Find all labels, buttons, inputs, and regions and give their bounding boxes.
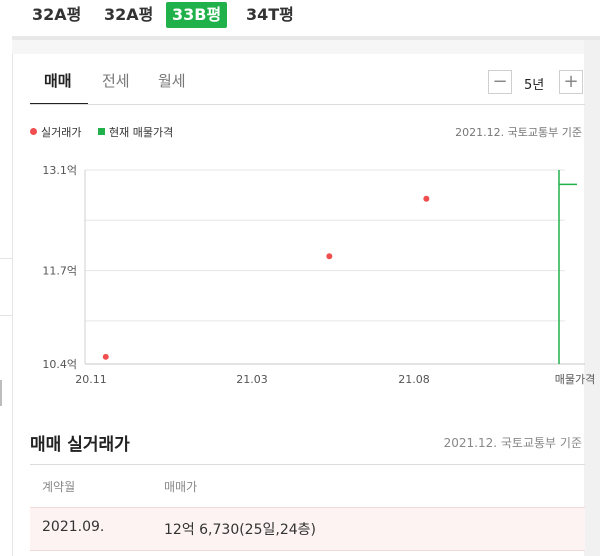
actual-price-point <box>102 353 109 360</box>
type-tab-32a-2[interactable]: 32A평 <box>98 2 159 28</box>
x-tick-label: 21.08 <box>398 373 430 386</box>
deals-title: 매매 실거래가 <box>30 435 130 455</box>
legend-actual: 실거래가 <box>30 124 81 140</box>
minus-icon: − <box>492 71 508 92</box>
divider <box>0 315 12 316</box>
y-tick-label: 10.4억 <box>42 358 77 371</box>
type-tab-33b[interactable]: 33B평 <box>166 2 228 28</box>
plus-icon: + <box>563 71 579 92</box>
deals-divider <box>30 464 585 465</box>
tab-jeonse[interactable]: 전세 <box>102 70 130 91</box>
deals-source: 2021.12. 국토교통부 기준 <box>443 436 582 450</box>
period-decrease-button[interactable]: − <box>488 70 512 94</box>
tab-sale[interactable]: 매매 <box>44 70 72 91</box>
pyeong-type-tabs: 32A평 32A평 33B평 34T평 <box>12 0 600 36</box>
actual-price-point <box>326 253 333 260</box>
x-tick-label: 21.03 <box>236 373 268 386</box>
scrollbar-thumb[interactable] <box>0 380 2 406</box>
legend-square-icon <box>98 128 105 135</box>
period-increase-button[interactable]: + <box>559 70 583 94</box>
divider <box>0 258 12 259</box>
chart-source-note: 2021.12. 국토교통부 기준 <box>455 126 582 139</box>
x-tick-label: 매물가격 <box>555 373 595 386</box>
section-separator <box>12 40 584 54</box>
legend-listing: 현재 매물가격 <box>98 124 173 140</box>
price-chart: 13.1억 11.7억 10.4억 20.11 21.03 21.08 매물가격 <box>42 164 595 386</box>
legend-dot-icon <box>30 128 37 135</box>
deal-month: 2021.09. <box>42 519 105 535</box>
legend-listing-label: 현재 매물가격 <box>109 126 174 139</box>
actual-price-point <box>423 195 430 202</box>
legend-actual-label: 실거래가 <box>41 126 82 139</box>
column-header-price: 매매가 <box>164 480 198 494</box>
left-panel-edge <box>0 0 13 556</box>
y-tick-label: 13.1억 <box>42 164 77 177</box>
x-tick-label: 20.11 <box>75 373 107 386</box>
type-tab-34t[interactable]: 34T평 <box>240 2 300 28</box>
tab-monthly-rent[interactable]: 월세 <box>158 70 186 91</box>
column-header-month: 계약월 <box>42 480 76 494</box>
y-tick-label: 11.7억 <box>42 265 77 278</box>
tabs-divider <box>30 104 585 105</box>
period-label: 5년 <box>524 78 545 93</box>
deal-price: 12억 6,730(25일,24층) <box>164 522 316 538</box>
type-tab-32a[interactable]: 32A평 <box>26 2 87 28</box>
